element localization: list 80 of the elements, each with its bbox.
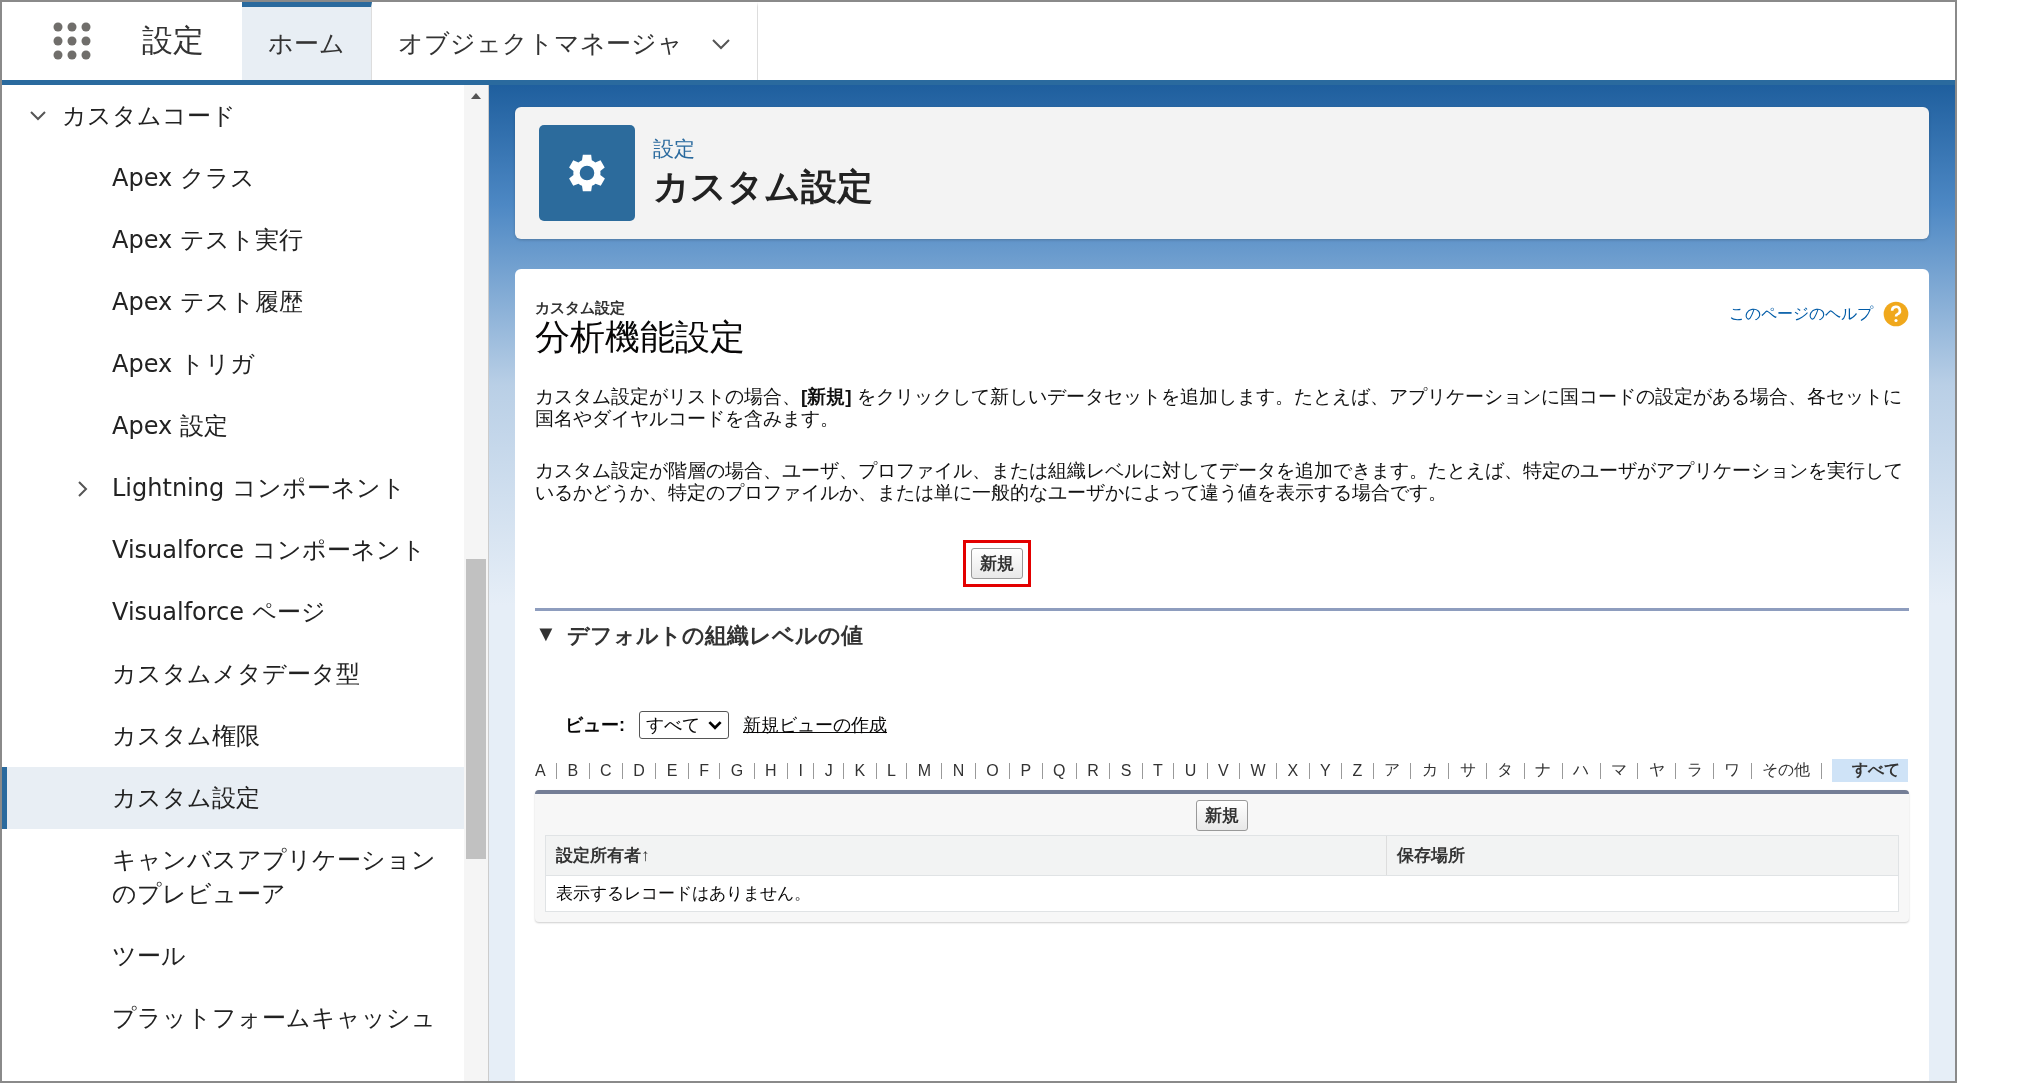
alphabet-filter-link[interactable]: Y: [1319, 761, 1331, 780]
scroll-up-icon[interactable]: [471, 93, 481, 99]
breadcrumb-link[interactable]: 設定: [653, 134, 873, 163]
view-select[interactable]: すべて: [639, 711, 729, 739]
sidebar-item[interactable]: ツール: [2, 925, 464, 987]
alphabet-filter-link[interactable]: H: [765, 761, 777, 780]
alphabet-filter-link[interactable]: N: [952, 761, 965, 780]
alphabet-filter-link[interactable]: すべて: [1832, 759, 1908, 782]
alphabet-filter-link[interactable]: M: [917, 761, 932, 780]
sidebar-group[interactable]: カスタムコード: [2, 85, 464, 147]
sidebar-item[interactable]: カスタムメタデータ型: [2, 643, 464, 705]
alphabet-filter-link[interactable]: S: [1120, 761, 1132, 780]
sidebar-item[interactable]: Apex トリガ: [2, 333, 464, 395]
alphabet-filter-link[interactable]: ナ: [1535, 760, 1552, 781]
create-view-link[interactable]: 新規ビューの作成: [743, 713, 887, 737]
alphabet-filter-link[interactable]: O: [986, 761, 999, 780]
new-button[interactable]: 新規: [971, 548, 1023, 579]
content-title: 分析機能設定: [535, 318, 745, 356]
view-label: ビュー:: [565, 714, 625, 737]
sidebar-item[interactable]: プラットフォームキャッシュ: [2, 987, 464, 1049]
alphabet-filter-link[interactable]: J: [824, 761, 833, 780]
alphabet-filter-link[interactable]: マ: [1610, 760, 1627, 781]
sidebar-item[interactable]: カスタム権限: [2, 705, 464, 767]
alphabet-filter-link[interactable]: X: [1287, 761, 1299, 780]
alphabet-filter-link[interactable]: ワ: [1724, 760, 1741, 781]
new-button[interactable]: 新規: [1196, 800, 1248, 831]
alphabet-filter-link[interactable]: カ: [1421, 760, 1438, 781]
sidebar-item[interactable]: Apex クラス: [2, 147, 464, 209]
column-header[interactable]: 保存場所: [1387, 836, 1475, 875]
chevron-icon[interactable]: [78, 481, 88, 497]
alphabet-filter-link[interactable]: F: [699, 761, 709, 780]
alphabet-filter-link[interactable]: C: [599, 761, 612, 780]
alphabet-filter-link[interactable]: E: [666, 761, 678, 780]
sidebar-item[interactable]: Visualforce ページ: [2, 581, 464, 643]
alphabet-filter-link[interactable]: ア: [1384, 760, 1401, 781]
alphabet-filter-link[interactable]: A: [535, 761, 546, 780]
alphabet-filter-link[interactable]: ラ: [1686, 760, 1703, 781]
alphabet-filter-link[interactable]: L: [887, 761, 896, 780]
app-launcher-icon[interactable]: [52, 21, 92, 61]
sidebar-item[interactable]: Apex テスト実行: [2, 209, 464, 271]
alphabet-filter-link[interactable]: W: [1250, 761, 1266, 780]
nav-tab[interactable]: ホーム: [242, 2, 372, 80]
sidebar-item[interactable]: カスタム設定: [2, 767, 464, 829]
description-text: カスタム設定が階層の場合、ユーザ、プロファイル、または組織レベルに対してデータを追加できます。たとえば、特定のユーザがアプリケーションを実行しているかどうか、特定のプロファイルか、または単に一般的なユーザかによって違う値を表示する場合です。: [535, 460, 1904, 504]
alphabet-filter-link[interactable]: その他: [1762, 760, 1811, 781]
sidebar-item[interactable]: Apex 設定: [2, 395, 464, 457]
alphabet-filter-link[interactable]: Z: [1352, 761, 1363, 780]
alphabet-filter-link[interactable]: ヤ: [1648, 760, 1665, 781]
app-name: 設定: [142, 21, 204, 60]
dropdown-caret-icon[interactable]: [708, 720, 722, 730]
empty-message: 表示するレコードはありません。: [545, 876, 1899, 912]
alphabet-filter-link[interactable]: U: [1184, 761, 1197, 780]
sidebar-item[interactable]: Apex テスト履歴: [2, 271, 464, 333]
sidebar-item[interactable]: キャンバスアプリケーションのプレビューア: [2, 829, 464, 925]
column-header[interactable]: 設定所有者↑: [546, 836, 1387, 875]
sidebar-item[interactable]: Lightning コンポーネント: [2, 457, 464, 519]
alphabet-filter-link[interactable]: タ: [1497, 760, 1514, 781]
alphabet-filter-link[interactable]: T: [1153, 761, 1163, 780]
gear-icon: [539, 125, 635, 221]
alphabet-filter-link[interactable]: サ: [1459, 760, 1476, 781]
alphabet-filter-link[interactable]: V: [1218, 761, 1229, 780]
alphabet-filter-link[interactable]: P: [1020, 761, 1032, 780]
description-text: カスタム設定がリストの場合、[新規] をクリックして新しいデータセットを追加します。たとえば、アプリケーションに国コードの設定がある場合、各セットに国名やダイヤルコードを含みます。: [535, 386, 1903, 430]
alphabet-filter-link[interactable]: Q: [1053, 761, 1066, 780]
alphabet-filter-link[interactable]: D: [633, 761, 645, 780]
scrollbar[interactable]: [464, 85, 488, 1081]
section-header[interactable]: ▼ デフォルトの組織レベルの値: [535, 608, 1909, 661]
nav-tab[interactable]: オブジェクトマネージャ: [372, 2, 758, 80]
alphabet-filter-link[interactable]: B: [567, 761, 579, 780]
page-title: カスタム設定: [653, 164, 873, 209]
alphabet-filter-link[interactable]: K: [854, 761, 866, 780]
alphabet-filter-link[interactable]: R: [1087, 761, 1099, 780]
alphabet-filter-link[interactable]: G: [730, 761, 744, 780]
chevron-down-icon[interactable]: [711, 37, 731, 50]
help-link[interactable]: このページのヘルプ: [1729, 303, 1873, 325]
alphabet-filter-link[interactable]: I: [798, 761, 803, 780]
alphabet-filter-link[interactable]: ハ: [1573, 760, 1590, 781]
sidebar-item[interactable]: Visualforce コンポーネント: [2, 519, 464, 581]
page-subtitle: カスタム設定: [535, 299, 626, 318]
chevron-icon[interactable]: [30, 111, 46, 121]
